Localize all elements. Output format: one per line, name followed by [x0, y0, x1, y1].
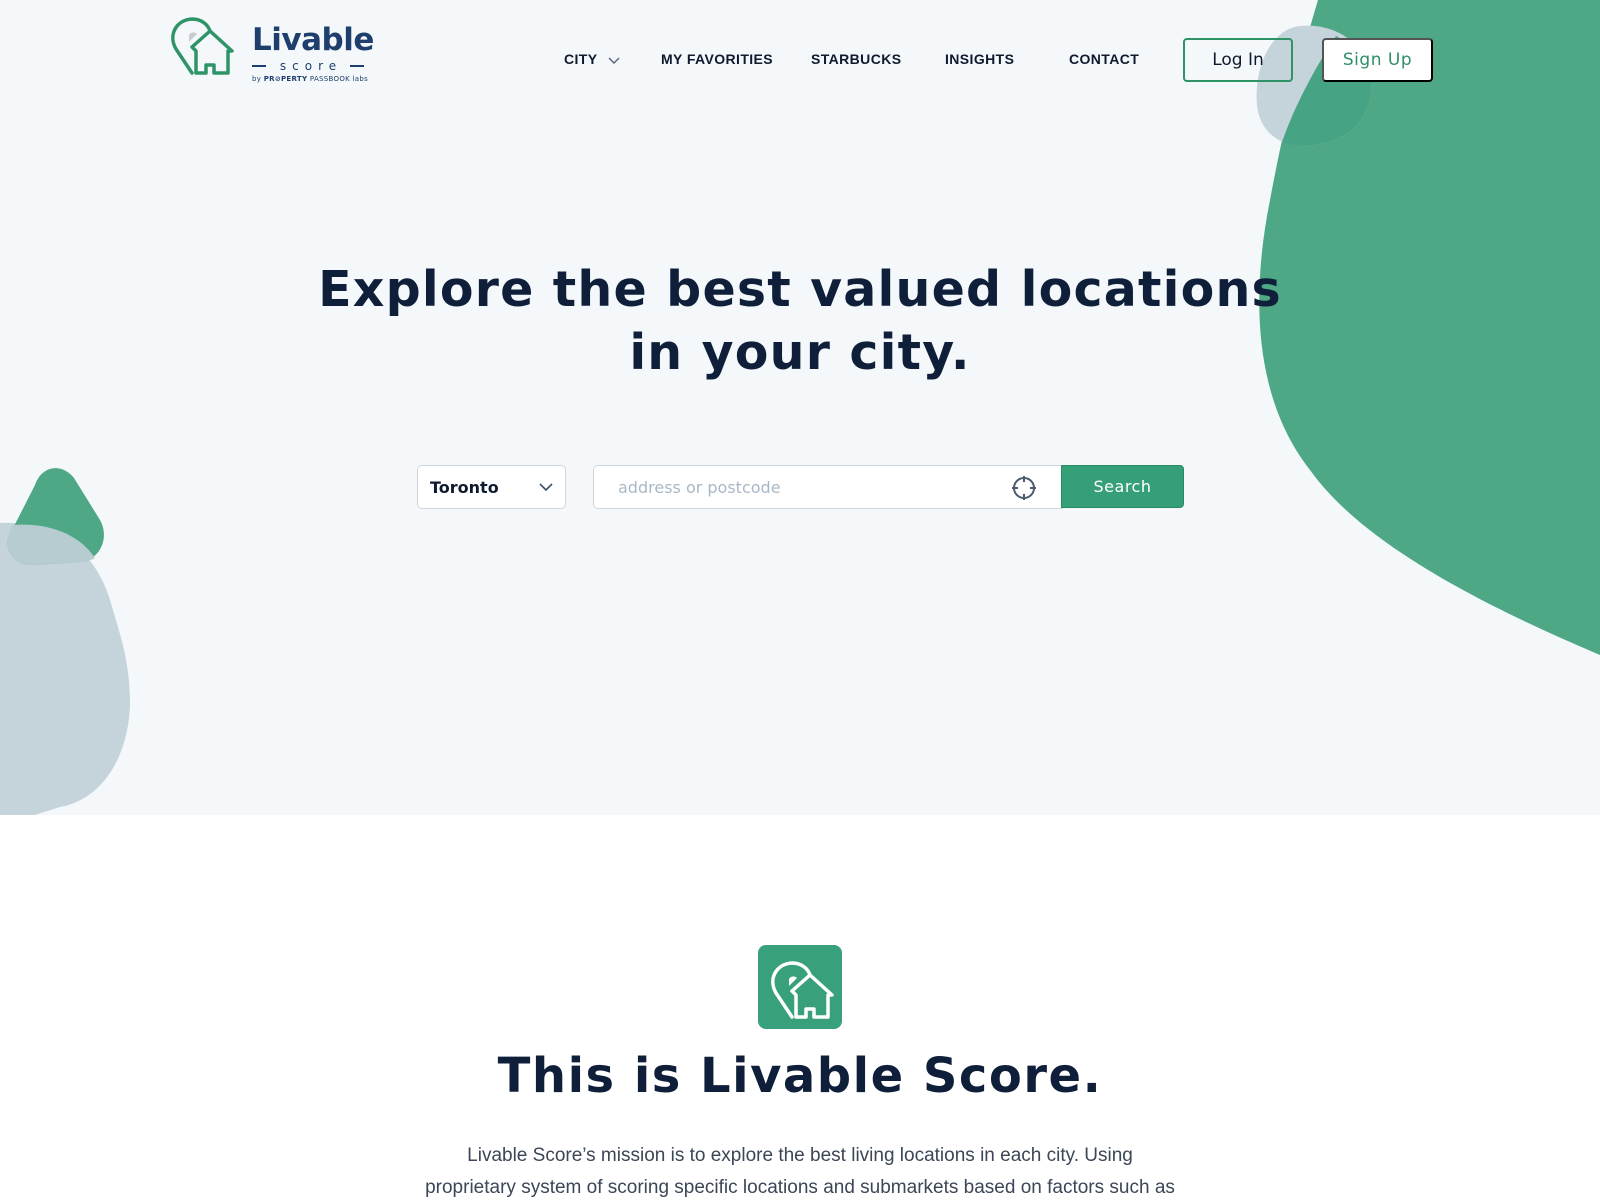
logo-byline: by PR⊘PERTY PASSBOOK labs — [252, 75, 369, 83]
logo-subtitle: score — [252, 60, 364, 72]
city-select[interactable]: Toronto — [417, 465, 566, 509]
hero-title: Explore the best valued locations in you… — [318, 261, 1282, 381]
login-button[interactable]: Log In — [1183, 38, 1293, 82]
crosshair-locate-icon[interactable] — [1011, 475, 1037, 501]
green-blob-left-overlap — [7, 524, 96, 566]
nav-my-favorities[interactable]: MY FAVORITIES — [661, 50, 773, 68]
address-search-field — [593, 465, 1063, 509]
address-input[interactable] — [618, 466, 998, 508]
nav-city[interactable]: CITY — [564, 50, 620, 68]
nav-contact[interactable]: CONTACT — [1069, 50, 1139, 68]
livable-score-logo[interactable]: Livable score by PR⊘PERTY PASSBOOK labs — [170, 17, 374, 87]
search-button[interactable]: Search — [1061, 465, 1184, 508]
map-pin-house-icon — [771, 961, 834, 1019]
logo-wordmark: Livable — [252, 22, 374, 58]
chevron-down-icon — [539, 483, 553, 492]
signup-button[interactable]: Sign Up — [1322, 38, 1433, 82]
hero-section — [0, 0, 1600, 815]
about-title: This is Livable Score. — [497, 1048, 1103, 1104]
map-pin-house-icon — [171, 17, 234, 75]
green-blob-left — [7, 468, 104, 566]
green-blob-right — [1259, 0, 1600, 655]
about-description: Livable Score’s mission is to explore th… — [425, 1145, 1175, 1198]
city-select-value: Toronto — [430, 478, 499, 497]
chevron-down-icon — [608, 57, 619, 65]
decorative-blobs — [0, 0, 1600, 815]
livable-score-app-icon — [758, 945, 842, 1029]
nav-insights[interactable]: INSIGHTS — [945, 50, 1014, 68]
nav-starbucks[interactable]: STARBUCKS — [811, 50, 901, 68]
gray-blob-left — [0, 522, 130, 815]
